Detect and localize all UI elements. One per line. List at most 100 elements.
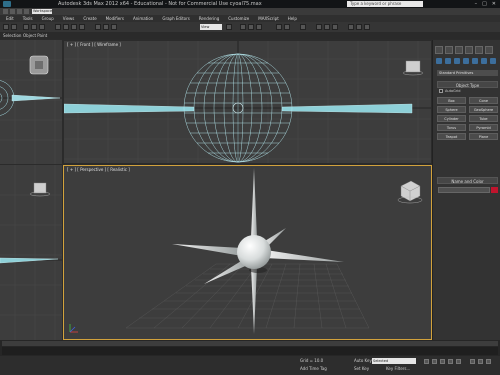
menu-graph-editors[interactable]: Graph Editors <box>162 15 189 22</box>
geosphere-button[interactable]: GeoSphere <box>469 106 498 113</box>
menu-customize[interactable]: Customize <box>228 15 249 22</box>
plane-button[interactable]: Plane <box>469 133 498 140</box>
systems-icon[interactable] <box>490 58 496 64</box>
pivot-center-icon[interactable] <box>226 24 232 30</box>
next-frame-icon[interactable] <box>448 359 453 364</box>
menu-group[interactable]: Group <box>42 15 54 22</box>
helpers-icon[interactable] <box>472 58 478 64</box>
display-tab-icon[interactable] <box>475 46 483 54</box>
open-file-icon[interactable] <box>10 9 15 14</box>
pan-icon[interactable] <box>478 359 483 364</box>
render-setup-icon[interactable] <box>348 24 354 30</box>
workspace-dropdown[interactable]: Workspace: Default <box>32 9 53 18</box>
render-production-icon[interactable] <box>364 24 370 30</box>
cone-button[interactable]: Cone <box>469 97 498 104</box>
sphere-button[interactable]: Sphere <box>437 106 466 113</box>
close-button[interactable]: ✕ <box>492 1 496 7</box>
key-set-dropdown[interactable]: Selected <box>372 358 416 364</box>
shapes-icon[interactable] <box>445 58 451 64</box>
reference-coordinate-dropdown[interactable]: View <box>200 24 222 30</box>
percent-snap-icon[interactable] <box>256 24 262 30</box>
menu-animation[interactable]: Animation <box>133 15 153 22</box>
box-button[interactable]: Box <box>437 97 466 104</box>
redo-button[interactable] <box>11 24 17 30</box>
cylinder-button[interactable]: Cylinder <box>437 115 466 122</box>
scale-icon[interactable] <box>111 24 117 30</box>
menu-modifiers[interactable]: Modifiers <box>106 15 124 22</box>
link-icon[interactable] <box>23 24 29 30</box>
mirror-icon[interactable] <box>276 24 282 30</box>
unlink-icon[interactable] <box>31 24 37 30</box>
motion-tab-icon[interactable] <box>465 46 473 54</box>
track-bar[interactable] <box>2 347 498 355</box>
minimize-button[interactable]: – <box>475 1 478 7</box>
primitive-type-dropdown[interactable]: Standard Primitives <box>437 70 498 76</box>
select-object-icon[interactable] <box>55 24 61 30</box>
undo-icon[interactable] <box>24 9 29 14</box>
save-file-icon[interactable] <box>17 9 22 14</box>
bind-space-warp-icon[interactable] <box>39 24 45 30</box>
torus-button[interactable]: Torus <box>437 124 466 131</box>
name-and-color-rollout[interactable]: Name and Color <box>437 177 498 184</box>
region-select-icon[interactable] <box>71 24 77 30</box>
viewport-left[interactable] <box>0 165 62 340</box>
rotate-icon[interactable] <box>103 24 109 30</box>
previous-frame-icon[interactable] <box>432 359 437 364</box>
play-icon[interactable] <box>440 359 445 364</box>
window-crossing-icon[interactable] <box>79 24 85 30</box>
modify-tab-icon[interactable] <box>445 46 453 54</box>
viewport-front[interactable]: [ + ] [ Front ] [ Wireframe ] <box>63 40 432 164</box>
space-warps-icon[interactable] <box>481 58 487 64</box>
set-key-button[interactable]: Set Key <box>354 366 369 371</box>
menu-tools[interactable]: Tools <box>23 15 33 22</box>
new-file-icon[interactable] <box>3 9 8 14</box>
lights-icon[interactable] <box>454 58 460 64</box>
menu-help[interactable]: Help <box>288 15 297 22</box>
schematic-view-icon[interactable] <box>324 24 330 30</box>
maximize-button[interactable]: □ <box>482 1 487 7</box>
go-to-end-icon[interactable] <box>456 359 461 364</box>
angle-snap-icon[interactable] <box>248 24 254 30</box>
front-viewport-label[interactable]: [ + ] [ Front ] [ Wireframe ] <box>67 42 121 47</box>
create-tab-icon[interactable] <box>435 46 443 54</box>
curve-editor-icon[interactable] <box>316 24 322 30</box>
object-name-field[interactable] <box>438 187 490 193</box>
teapot-button[interactable]: Teapot <box>437 133 466 140</box>
rendered-frame-icon[interactable] <box>356 24 362 30</box>
ribbon-tab-selection[interactable]: Selection <box>3 32 21 39</box>
material-editor-icon[interactable] <box>332 24 338 30</box>
select-by-name-icon[interactable] <box>63 24 69 30</box>
perspective-viewport-label[interactable]: [ + ] [ Perspective ] [ Realistic ] <box>67 167 130 172</box>
orbit-icon[interactable] <box>486 359 491 364</box>
move-icon[interactable] <box>95 24 101 30</box>
undo-button[interactable] <box>3 24 9 30</box>
key-filters-button[interactable]: Key Filters... <box>386 366 410 371</box>
pyramid-button[interactable]: Pyramid <box>469 124 498 131</box>
menu-edit[interactable]: Edit <box>6 15 14 22</box>
snap-toggle-icon[interactable] <box>240 24 246 30</box>
checkbox-icon[interactable] <box>439 89 443 93</box>
menu-rendering[interactable]: Rendering <box>199 15 219 22</box>
zoom-icon[interactable] <box>470 359 475 364</box>
viewport-top[interactable] <box>0 40 62 164</box>
hierarchy-tab-icon[interactable] <box>455 46 463 54</box>
layer-manager-icon[interactable] <box>300 24 306 30</box>
go-to-start-icon[interactable] <box>424 359 429 364</box>
menu-views[interactable]: Views <box>63 15 75 22</box>
object-type-rollout[interactable]: Object Type <box>437 81 498 88</box>
cameras-icon[interactable] <box>463 58 469 64</box>
object-color-swatch[interactable] <box>491 187 498 193</box>
utilities-tab-icon[interactable] <box>485 46 493 54</box>
time-slider[interactable] <box>2 341 498 346</box>
auto-key-button[interactable]: Auto Key <box>354 358 372 363</box>
search-input[interactable]: Type a keyword or phrase <box>347 1 423 7</box>
app-logo-icon[interactable] <box>3 1 11 7</box>
add-time-tag-button[interactable]: Add Time Tag <box>300 366 327 371</box>
menu-maxscript[interactable]: MAXScript <box>258 15 279 22</box>
tube-button[interactable]: Tube <box>469 115 498 122</box>
menu-create[interactable]: Create <box>83 15 96 22</box>
viewport-perspective[interactable]: [ + ] [ Perspective ] [ Realistic ] <box>63 165 432 340</box>
align-icon[interactable] <box>284 24 290 30</box>
ribbon-tab-object-paint[interactable]: Object Paint <box>23 32 47 39</box>
geometry-icon[interactable] <box>436 58 442 64</box>
